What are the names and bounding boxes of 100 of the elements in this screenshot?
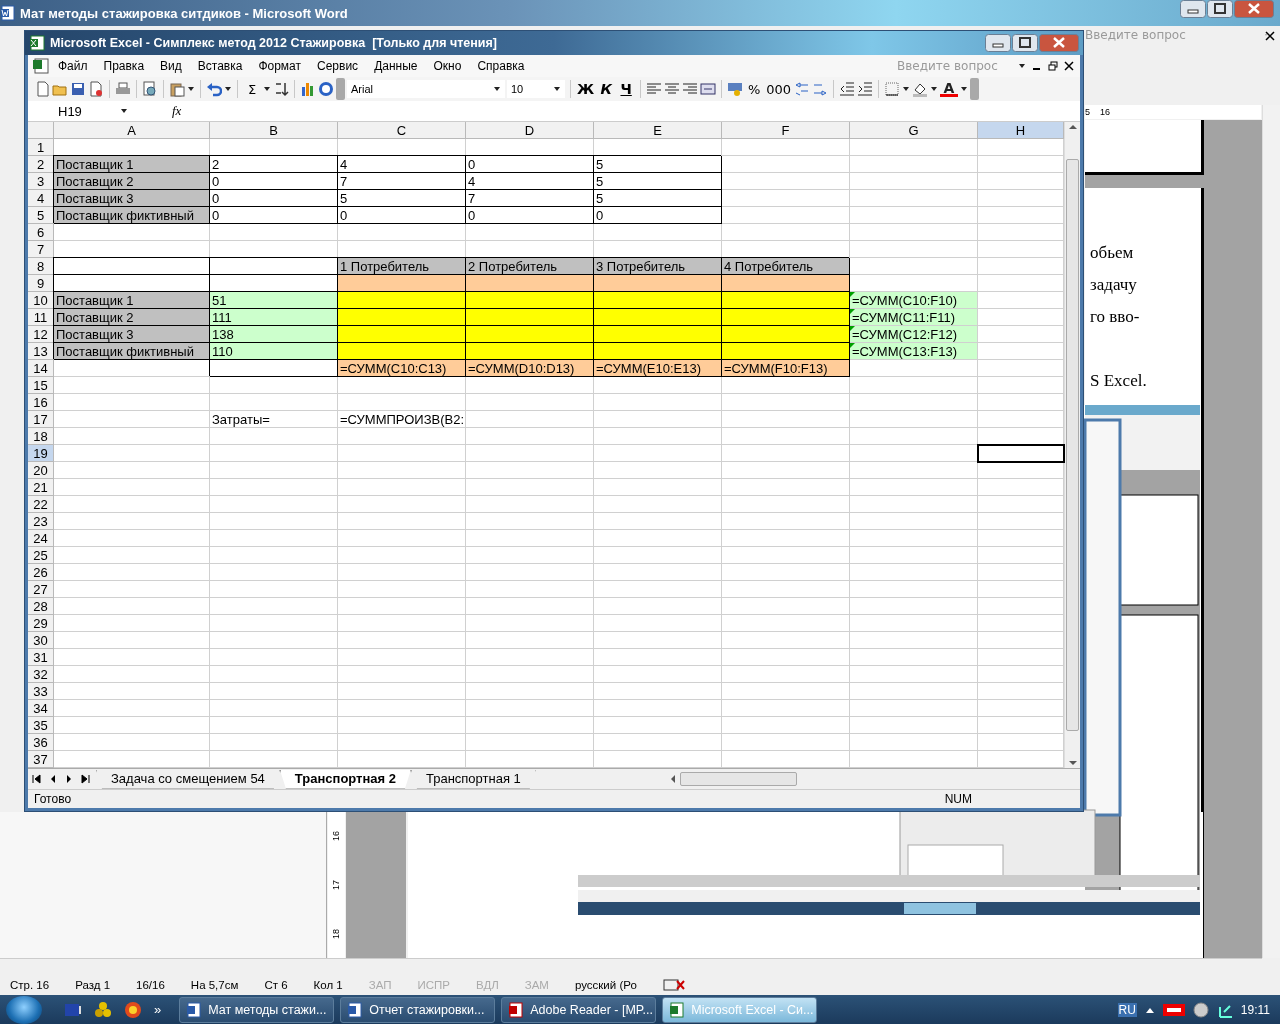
menu-item[interactable]: Правка — [95, 59, 153, 73]
paste-icon[interactable] — [169, 81, 185, 97]
dropdown-caret-icon[interactable] — [263, 85, 271, 93]
row-header[interactable]: 15 — [28, 377, 54, 394]
language-indicator[interactable]: RU — [1117, 1002, 1137, 1017]
merge-cells-icon[interactable] — [700, 81, 717, 97]
row-header[interactable]: 19 — [28, 445, 54, 462]
start-button[interactable] — [6, 995, 42, 1024]
help-search-field[interactable]: Введите вопрос — [1085, 28, 1195, 42]
toolbar-button[interactable]: % — [745, 79, 764, 99]
menu-item[interactable]: Файл — [50, 59, 96, 73]
menu-item[interactable]: Сервис — [309, 59, 367, 73]
graphics-icon[interactable] — [1162, 1002, 1185, 1017]
increase-indent-icon[interactable] — [856, 81, 873, 97]
row-header[interactable]: 23 — [28, 513, 54, 530]
row-header[interactable]: 27 — [28, 581, 54, 598]
taskbar-button[interactable]: Мат методы стажи... — [179, 996, 335, 1023]
save-icon[interactable] — [70, 81, 86, 97]
row-header[interactable]: 33 — [28, 683, 54, 700]
menu-item[interactable]: Справка — [469, 59, 533, 73]
dropdown-caret-icon[interactable] — [901, 85, 910, 93]
column-header[interactable]: G — [850, 122, 978, 139]
column-header[interactable]: A — [54, 122, 210, 139]
font-color-button[interactable]: A — [939, 81, 958, 97]
decrease-indent-icon[interactable] — [838, 81, 855, 97]
maximize-button[interactable] — [1012, 34, 1038, 52]
browser-icon[interactable] — [124, 1000, 142, 1019]
row-header[interactable]: 9 — [28, 275, 54, 292]
row-header[interactable]: 11 — [28, 309, 54, 326]
spreadsheet-icon[interactable] — [32, 57, 50, 75]
row-header[interactable]: 34 — [28, 700, 54, 717]
sheet-tab[interactable]: Транспортная 2 — [279, 769, 411, 789]
row-header[interactable]: 18 — [28, 428, 54, 445]
dropdown-caret-icon[interactable] — [1018, 62, 1026, 70]
row-header[interactable]: 21 — [28, 479, 54, 496]
more-button[interactable]: » — [154, 1002, 162, 1017]
row-header[interactable]: 28 — [28, 598, 54, 615]
row-header[interactable]: 36 — [28, 734, 54, 751]
align-left-icon[interactable] — [646, 81, 663, 97]
sheet-tab[interactable]: Задача со смещением 54 — [96, 769, 280, 789]
font-name-field[interactable]: Arial — [347, 80, 505, 98]
row-header[interactable]: 3 — [28, 173, 54, 190]
row-header[interactable]: 1 — [28, 139, 54, 156]
close-icon[interactable] — [1064, 61, 1074, 71]
sync-icon[interactable] — [1192, 1001, 1209, 1018]
menu-item[interactable]: Окно — [425, 59, 470, 73]
fill-color-icon[interactable] — [911, 81, 928, 97]
sort-icon[interactable] — [273, 81, 289, 97]
close-button[interactable] — [1234, 0, 1274, 18]
row-header[interactable]: 35 — [28, 717, 54, 734]
column-header[interactable]: E — [594, 122, 722, 139]
menu-item[interactable]: Вид — [152, 59, 190, 73]
dropdown-caret-icon[interactable] — [224, 85, 232, 93]
row-header[interactable]: 24 — [28, 530, 54, 547]
row-header[interactable]: 17 — [28, 411, 54, 428]
help-icon[interactable] — [318, 81, 334, 97]
borders-icon[interactable] — [883, 81, 900, 97]
undo-icon[interactable] — [206, 81, 222, 97]
help-search-field[interactable]: Введите вопрос — [897, 59, 1012, 73]
column-header[interactable]: D — [466, 122, 594, 139]
row-header[interactable]: 31 — [28, 649, 54, 666]
print-icon[interactable] — [115, 81, 131, 97]
row-header[interactable]: 4 — [28, 190, 54, 207]
row-header[interactable]: 22 — [28, 496, 54, 513]
dropdown-caret-icon[interactable] — [187, 85, 195, 93]
row-header[interactable]: 30 — [28, 632, 54, 649]
underline-button[interactable]: Ч — [617, 79, 636, 99]
row-header[interactable]: 10 — [28, 292, 54, 309]
row-header[interactable]: 26 — [28, 564, 54, 581]
scroll-thumb[interactable] — [680, 772, 797, 786]
currency-icon[interactable] — [727, 81, 744, 97]
dropdown-caret-icon[interactable] — [929, 85, 938, 93]
column-header[interactable]: H — [978, 122, 1064, 139]
row-header[interactable]: 13 — [28, 343, 54, 360]
menu-item[interactable]: Формат — [250, 59, 310, 73]
next-sheet-icon[interactable] — [64, 774, 74, 784]
row-header[interactable]: 16 — [28, 394, 54, 411]
vertical-scrollbar[interactable] — [1064, 122, 1080, 768]
scroll-down-icon[interactable] — [1068, 760, 1077, 766]
taskbar-button[interactable]: Adobe Reader - [MP... — [501, 996, 657, 1023]
new-document-icon[interactable] — [34, 81, 50, 97]
name-box[interactable]: H19 — [28, 102, 128, 120]
first-sheet-icon[interactable] — [32, 774, 42, 784]
toolbar-button[interactable]: 000 — [765, 79, 792, 99]
scroll-thumb[interactable] — [1066, 159, 1079, 731]
close-button[interactable] — [1039, 34, 1079, 52]
menu-item[interactable]: Данные — [366, 59, 426, 73]
chart-icon[interactable] — [300, 81, 316, 97]
align-right-icon[interactable] — [682, 81, 699, 97]
column-header[interactable]: C — [338, 122, 466, 139]
row-header[interactable]: 8 — [28, 258, 54, 275]
function-button[interactable]: fx — [172, 103, 182, 119]
column-header[interactable]: F — [722, 122, 850, 139]
research-icon[interactable] — [142, 81, 158, 97]
row-header[interactable]: 5 — [28, 207, 54, 224]
dropdown-caret-icon[interactable] — [959, 85, 968, 93]
column-header[interactable]: B — [210, 122, 338, 139]
dropdown-caret-icon[interactable] — [553, 85, 561, 93]
row-header[interactable]: 7 — [28, 241, 54, 258]
cluster-icon[interactable] — [94, 1000, 112, 1019]
